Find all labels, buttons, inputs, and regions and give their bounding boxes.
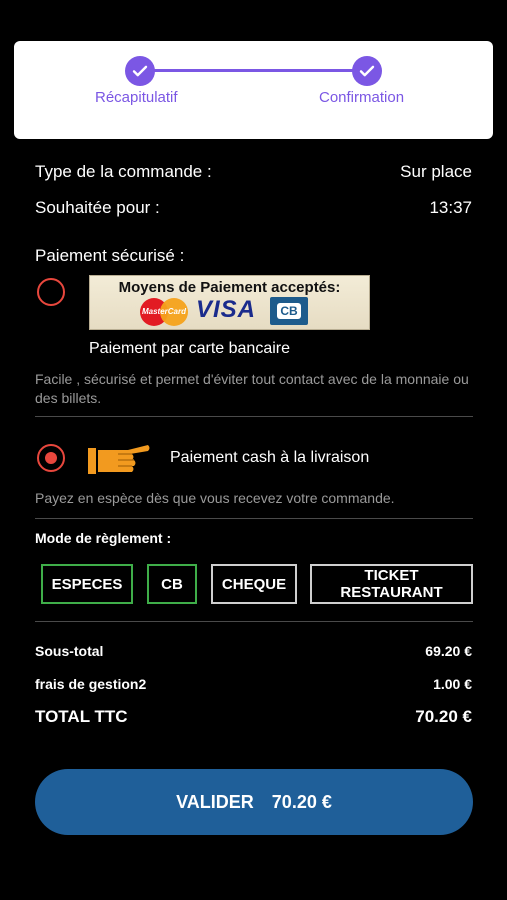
- subtotal-label: Sous-total: [35, 643, 104, 659]
- mode-cheque-button[interactable]: CHEQUE: [211, 564, 297, 604]
- payment-section-label: Paiement sécurisé :: [35, 246, 185, 265]
- order-type-label: Type de la commande :: [35, 162, 212, 181]
- card-payment-label[interactable]: Paiement par carte bancaire: [89, 340, 290, 358]
- cash-payment-radio[interactable]: [37, 444, 65, 472]
- cb-logo: CB: [270, 297, 308, 325]
- step-label-recap[interactable]: Récapitulatif: [95, 89, 178, 106]
- step-label-confirmation[interactable]: Confirmation: [319, 89, 404, 106]
- divider: [35, 416, 473, 417]
- checkout-stepper: Récapitulatif Confirmation: [14, 41, 493, 139]
- mode-especes-button[interactable]: ESPECES: [41, 564, 133, 604]
- step-check-icon: [125, 56, 155, 86]
- cash-payment-label[interactable]: Paiement cash à la livraison: [170, 449, 369, 467]
- banner-title: Moyens de Paiement acceptés:: [118, 279, 341, 296]
- cb-logo-text: CB: [277, 303, 301, 319]
- subtotal-value: 69.20 €: [425, 643, 472, 659]
- mastercard-logo: MasterCard: [140, 298, 188, 326]
- order-time-label: Souhaitée pour :: [35, 198, 160, 217]
- divider: [35, 518, 473, 519]
- fees-value: 1.00 €: [433, 676, 472, 692]
- order-time-value: 13:37: [429, 198, 472, 217]
- cash-payment-description: Payez en espèce dès que vous recevez vot…: [35, 490, 395, 506]
- validate-button[interactable]: VALIDER 70.20 €: [35, 769, 473, 835]
- step-check-icon: [352, 56, 382, 86]
- stepper-line: [154, 69, 368, 72]
- total-label: TOTAL TTC: [35, 707, 128, 726]
- visa-logo: VISA: [196, 296, 257, 323]
- fees-label: frais de gestion2: [35, 676, 147, 692]
- order-type-value: Sur place: [400, 162, 472, 181]
- validate-amount: 70.20 €: [271, 791, 332, 812]
- card-payment-radio[interactable]: [37, 278, 65, 306]
- settlement-mode-label: Mode de règlement :: [35, 530, 172, 546]
- mode-ticket-restaurant-button[interactable]: TICKET RESTAURANT: [310, 564, 473, 604]
- accepted-cards-banner: Moyens de Paiement acceptés: MasterCard …: [89, 275, 370, 330]
- pointing-hand-icon: [88, 445, 150, 474]
- validate-label: VALIDER: [176, 791, 254, 812]
- total-value: 70.20 €: [415, 707, 472, 726]
- card-payment-description: Facile , sécurisé et permet d'éviter tou…: [35, 371, 469, 406]
- mode-cb-button[interactable]: CB: [147, 564, 197, 604]
- divider: [35, 621, 473, 622]
- mastercard-text: MasterCard: [141, 307, 186, 316]
